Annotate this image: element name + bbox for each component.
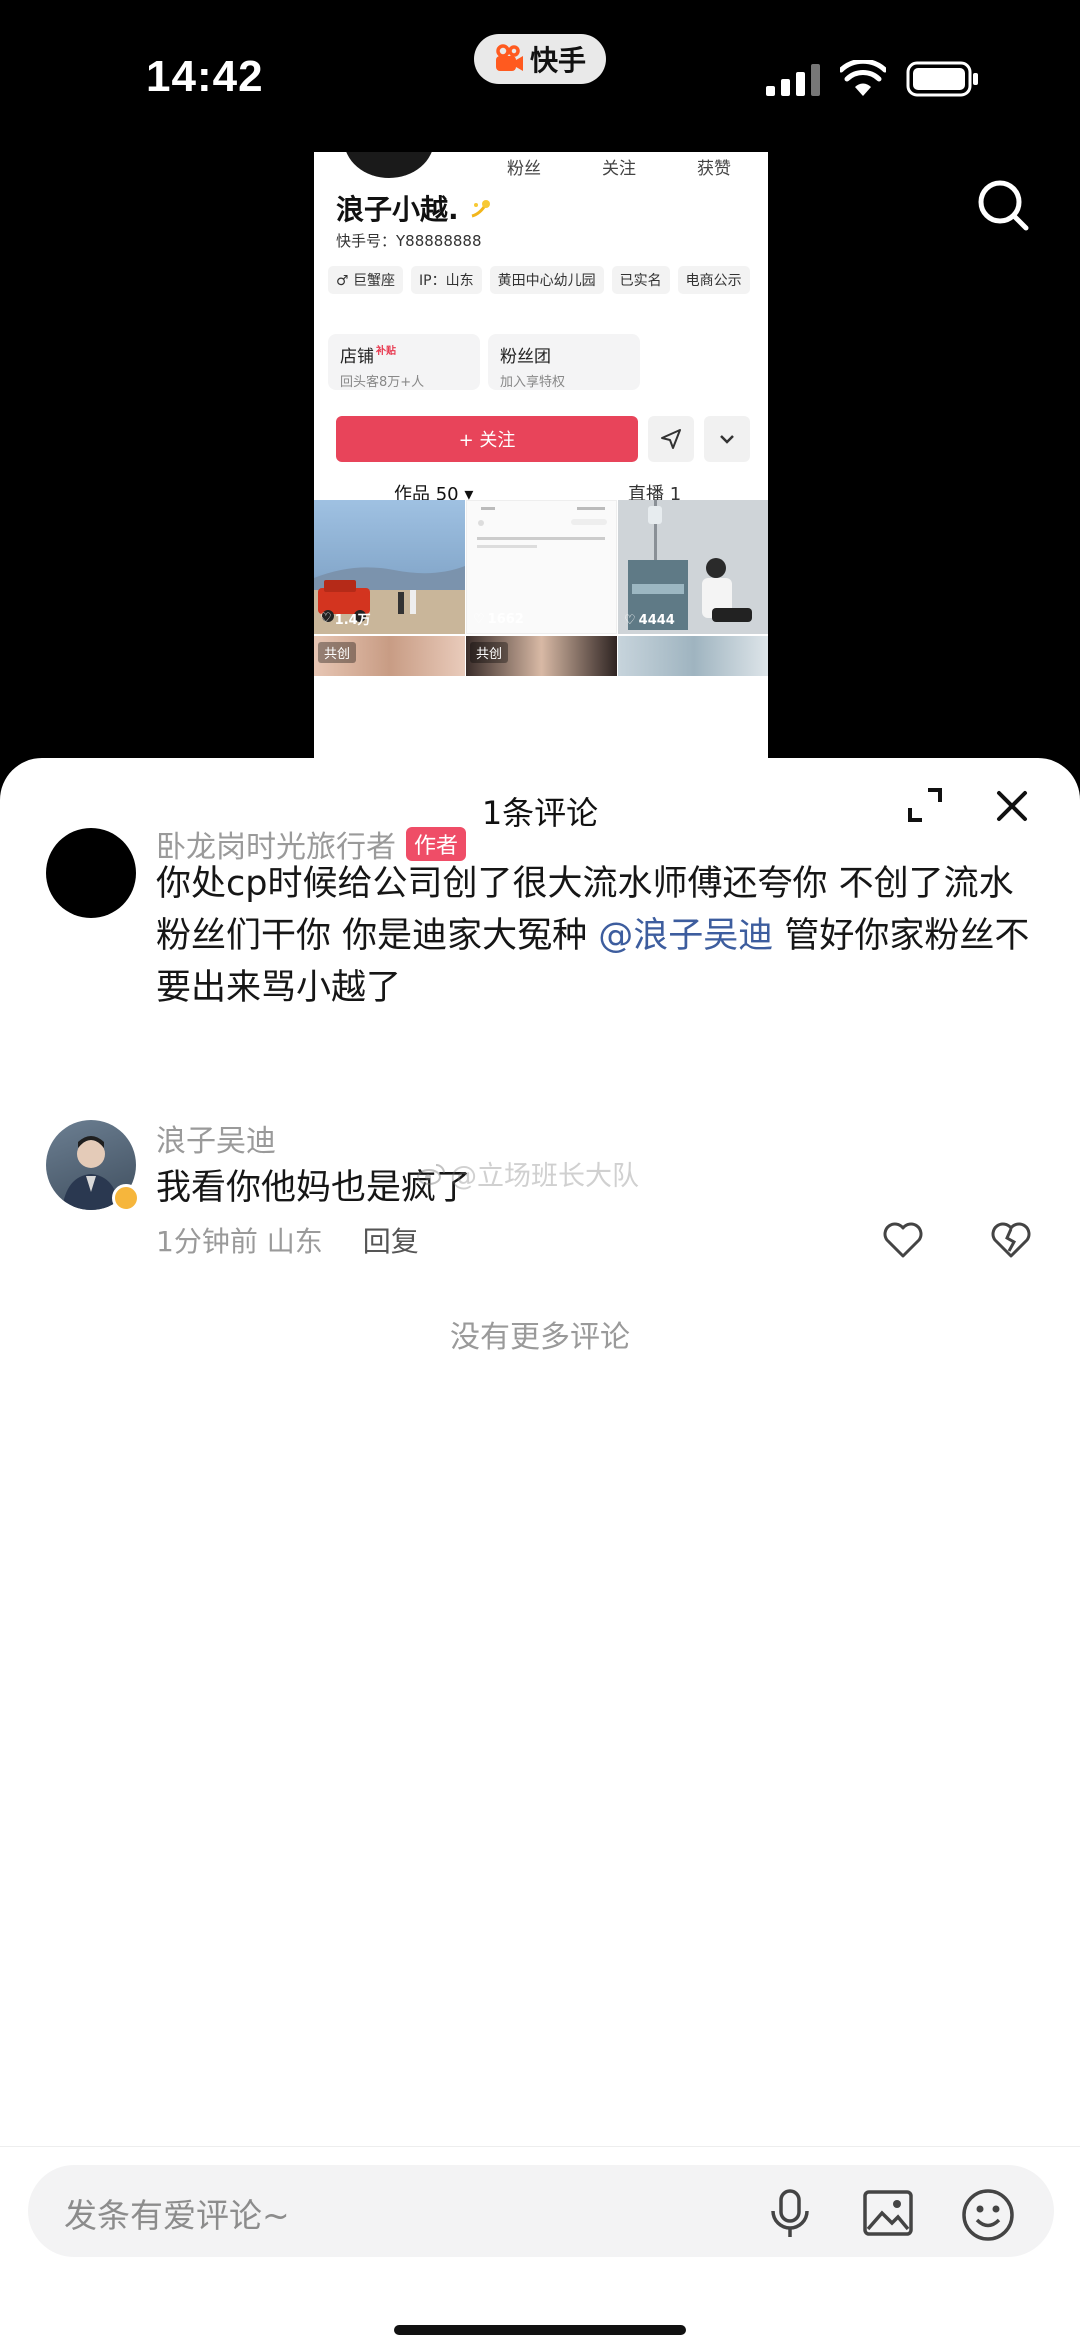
profile-cards: 店铺 补贴 回头客8万+人 粉丝团 加入享特权 <box>328 334 640 390</box>
cellular-signal-icon <box>766 64 820 96</box>
tile-likes-count: 1.4万 <box>334 613 371 628</box>
share-button[interactable] <box>648 416 694 462</box>
profile-stats: 粉丝 关注 获赞 <box>484 154 754 179</box>
shop-card-title: 店铺 <box>340 347 374 367</box>
comment-time: 1分钟前 <box>156 1225 258 1258</box>
weibo-logo-icon <box>417 1163 445 1185</box>
kuaishou-logo-icon <box>495 44 523 71</box>
shop-card-badge: 补贴 <box>376 346 396 357</box>
profile-avatar <box>344 152 434 178</box>
like-heart-icon[interactable] <box>882 1220 924 1260</box>
heart-icon: ♡ <box>624 613 636 628</box>
co-create-badge: 共创 <box>318 642 357 663</box>
comment-location: 山东 <box>266 1225 323 1258</box>
fan-club-card[interactable]: 粉丝团 加入享特权 <box>488 334 640 390</box>
stat-likes-label: 获赞 <box>697 159 731 179</box>
tag-school: 黄田中心幼儿园 <box>489 266 604 294</box>
tile-likes: ♡ 4444 <box>624 613 675 628</box>
broken-heart-icon[interactable] <box>990 1220 1032 1260</box>
tile-likes: ♡ 1.4万 <box>320 609 371 628</box>
comment-author[interactable]: 浪子吴迪 <box>156 1116 276 1160</box>
stat-following-label: 关注 <box>602 159 636 179</box>
shop-card-subtitle: 回头客8万+人 <box>340 375 425 390</box>
comment-input-placeholder: 发条有爱评论~ <box>64 2196 290 2235</box>
comment-sheet: 1条评论 卧龙岗时光旅行者 作者 你处cp时候给公司创了很大流水师傅还夸你 不创… <box>0 758 1080 2347</box>
comment-input[interactable]: 发条有爱评论~ <box>28 2165 1054 2257</box>
heart-icon: ♡ <box>320 611 332 626</box>
profile-name: 浪子小越. <box>336 188 494 228</box>
comment-text: 你处cp时候给公司创了很大流水师傅还夸你 不创了流水粉丝们干你 你是迪家大冤种 … <box>156 858 1046 1014</box>
app-name: 快手 <box>529 44 586 77</box>
watermark-text: @立场班长大队 <box>450 1161 639 1192</box>
profile-screenshot: 粉丝 关注 获赞 浪子小越. 快手号：Y88888888 ♂ 巨蟹座 IP：山东… <box>314 152 768 762</box>
stat-fans-label: 粉丝 <box>507 159 541 179</box>
mention-link[interactable]: @浪子吴迪 <box>598 916 773 956</box>
reply-button[interactable]: 回复 <box>363 1220 419 1260</box>
avatar[interactable] <box>46 828 136 918</box>
wifi-icon <box>840 60 886 96</box>
work-tile[interactable] <box>618 636 768 676</box>
image-icon[interactable] <box>862 2189 914 2237</box>
work-tile[interactable]: ♡ 1.4万 <box>314 500 465 634</box>
sparkle-emoji-icon <box>471 200 491 218</box>
status-bar: 14:42 快手 <box>0 0 1080 150</box>
emoji-icon[interactable] <box>960 2187 1016 2243</box>
work-tile[interactable]: 共创 <box>466 636 617 676</box>
status-time: 14:42 <box>146 52 264 101</box>
profile-name-text: 浪子小越. <box>336 193 459 226</box>
microphone-icon[interactable] <box>768 2189 812 2239</box>
heart-icon: ♡ <box>473 612 485 627</box>
tag-ecommerce: 电商公示 <box>677 266 750 294</box>
comment-meta: 1分钟前 山东 回复 <box>156 1220 419 1260</box>
profile-tags: ♂ 巨蟹座 IP：山东 黄田中心幼儿园 已实名 电商公示 <box>328 266 758 294</box>
comment-input-bar: 发条有爱评论~ <box>0 2146 1080 2347</box>
fan-club-card-subtitle: 加入享特权 <box>500 375 566 390</box>
work-tile[interactable]: ♡ 4444 <box>618 500 768 634</box>
close-icon[interactable] <box>994 788 1030 824</box>
expand-icon[interactable] <box>906 786 944 824</box>
comment-meta-info: 1分钟前 山东 <box>156 1220 323 1260</box>
fan-club-card-title: 粉丝团 <box>500 347 551 367</box>
follow-button[interactable]: + 关注 <box>336 416 638 462</box>
work-tile[interactable]: 共创 <box>314 636 465 676</box>
no-more-comments: 没有更多评论 <box>450 1320 630 1355</box>
works-grid: ♡ 1.4万 ♡ 1662 ♡ 4444 共创 共创 <box>314 500 768 676</box>
vip-badge-icon <box>112 1184 140 1212</box>
send-icon <box>661 429 681 449</box>
tag-ip: IP：山东 <box>411 266 482 294</box>
battery-icon <box>906 61 978 97</box>
profile-kuaishou-id: 快手号：Y88888888 <box>336 232 482 250</box>
tag-verified: 已实名 <box>611 266 670 294</box>
search-icon[interactable] <box>976 178 1030 232</box>
co-create-badge: 共创 <box>470 642 509 663</box>
comment-author-name: 浪子吴迪 <box>156 1124 276 1159</box>
tag-zodiac: ♂ 巨蟹座 <box>328 266 404 294</box>
more-button[interactable] <box>704 416 750 462</box>
chevron-down-icon <box>720 435 734 444</box>
watermark: @立场班长大队 <box>416 1154 639 1193</box>
work-tile[interactable]: ♡ 1662 <box>466 500 617 634</box>
tile-likes: ♡ 1662 <box>473 612 524 627</box>
tile-likes-count: 4444 <box>638 613 675 628</box>
shop-card[interactable]: 店铺 补贴 回头客8万+人 <box>328 334 480 390</box>
home-indicator <box>394 2325 686 2335</box>
tile-likes-count: 1662 <box>487 612 524 627</box>
author-badge: 作者 <box>406 827 467 861</box>
app-indicator-pill[interactable]: 快手 <box>474 34 606 84</box>
